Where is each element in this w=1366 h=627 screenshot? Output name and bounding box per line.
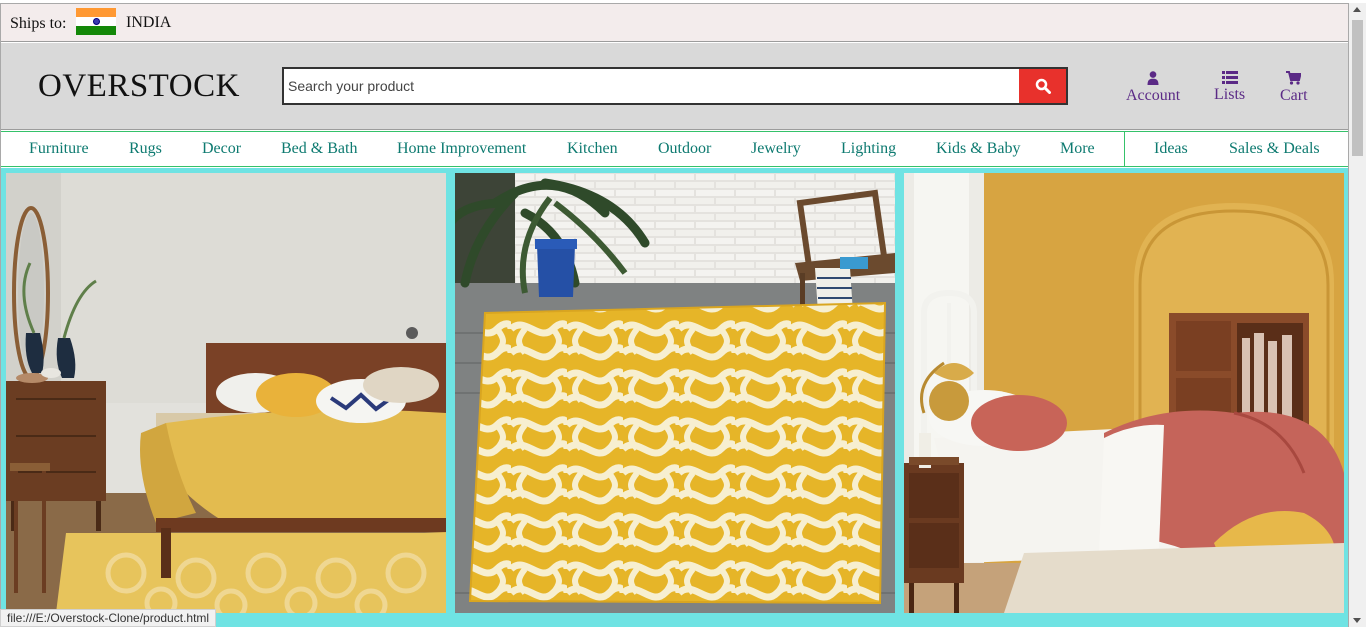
nav-item-decor[interactable]: Decor	[202, 140, 241, 158]
india-flag-icon[interactable]	[76, 8, 116, 35]
category-nav: Furniture Rugs Decor Bed & Bath Home Imp…	[1, 131, 1348, 167]
account-label: Account	[1126, 87, 1181, 104]
lists-label: Lists	[1214, 86, 1246, 103]
search-icon	[1035, 78, 1051, 94]
account-link[interactable]: Account	[1126, 71, 1180, 105]
scroll-down-arrow-icon[interactable]	[1353, 618, 1361, 623]
bedroom-wood-bed-yellow-quilt-image[interactable]	[6, 173, 446, 613]
nav-divider	[1124, 132, 1125, 166]
scrollbar-thumb[interactable]	[1352, 20, 1363, 156]
nav-item-home-improvement[interactable]: Home Improvement	[397, 140, 526, 158]
vertical-scrollbar[interactable]	[1349, 3, 1366, 627]
nav-item-lighting[interactable]: Lighting	[841, 140, 896, 158]
nav-item-ideas[interactable]: Ideas	[1154, 140, 1188, 158]
user-icon	[1147, 71, 1159, 85]
search-input[interactable]	[284, 69, 1020, 103]
site-logo[interactable]: OVERSTOCK	[38, 68, 240, 105]
nav-item-kids-baby[interactable]: Kids & Baby	[936, 140, 1020, 158]
nav-item-outdoor[interactable]: Outdoor	[658, 140, 711, 158]
site-header: OVERSTOCK Account Lists	[1, 43, 1348, 130]
yellow-trellis-rug-patio-image[interactable]	[455, 173, 895, 613]
bedroom-yellow-wall-coral-bedding-image[interactable]	[904, 173, 1344, 613]
nav-item-sales-deals[interactable]: Sales & Deals	[1229, 140, 1320, 158]
search-bar	[282, 67, 1068, 105]
status-bar-url: file:///E:/Overstock-Clone/product.html	[0, 609, 217, 627]
nav-item-bed-bath[interactable]: Bed & Bath	[281, 140, 357, 158]
lists-link[interactable]: Lists	[1214, 71, 1245, 104]
nav-item-furniture[interactable]: Furniture	[29, 140, 89, 158]
ships-to-label: Ships to:	[10, 15, 67, 32]
cart-link[interactable]: Cart	[1280, 71, 1308, 105]
nav-item-jewelry[interactable]: Jewelry	[751, 140, 801, 158]
nav-item-more[interactable]: More	[1060, 140, 1095, 158]
nav-item-rugs[interactable]: Rugs	[129, 140, 162, 158]
cart-label: Cart	[1280, 87, 1308, 104]
list-icon	[1221, 71, 1238, 84]
scroll-up-arrow-icon[interactable]	[1353, 7, 1361, 12]
hero-banner	[1, 168, 1348, 627]
search-button[interactable]	[1019, 69, 1066, 103]
ships-to-country[interactable]: INDIA	[126, 14, 171, 32]
nav-item-kitchen[interactable]: Kitchen	[567, 140, 618, 158]
page-frame: Ships to: INDIA OVERSTOCK Account	[0, 3, 1349, 627]
ships-to-bar: Ships to: INDIA	[1, 4, 1348, 42]
cart-icon	[1286, 71, 1302, 85]
